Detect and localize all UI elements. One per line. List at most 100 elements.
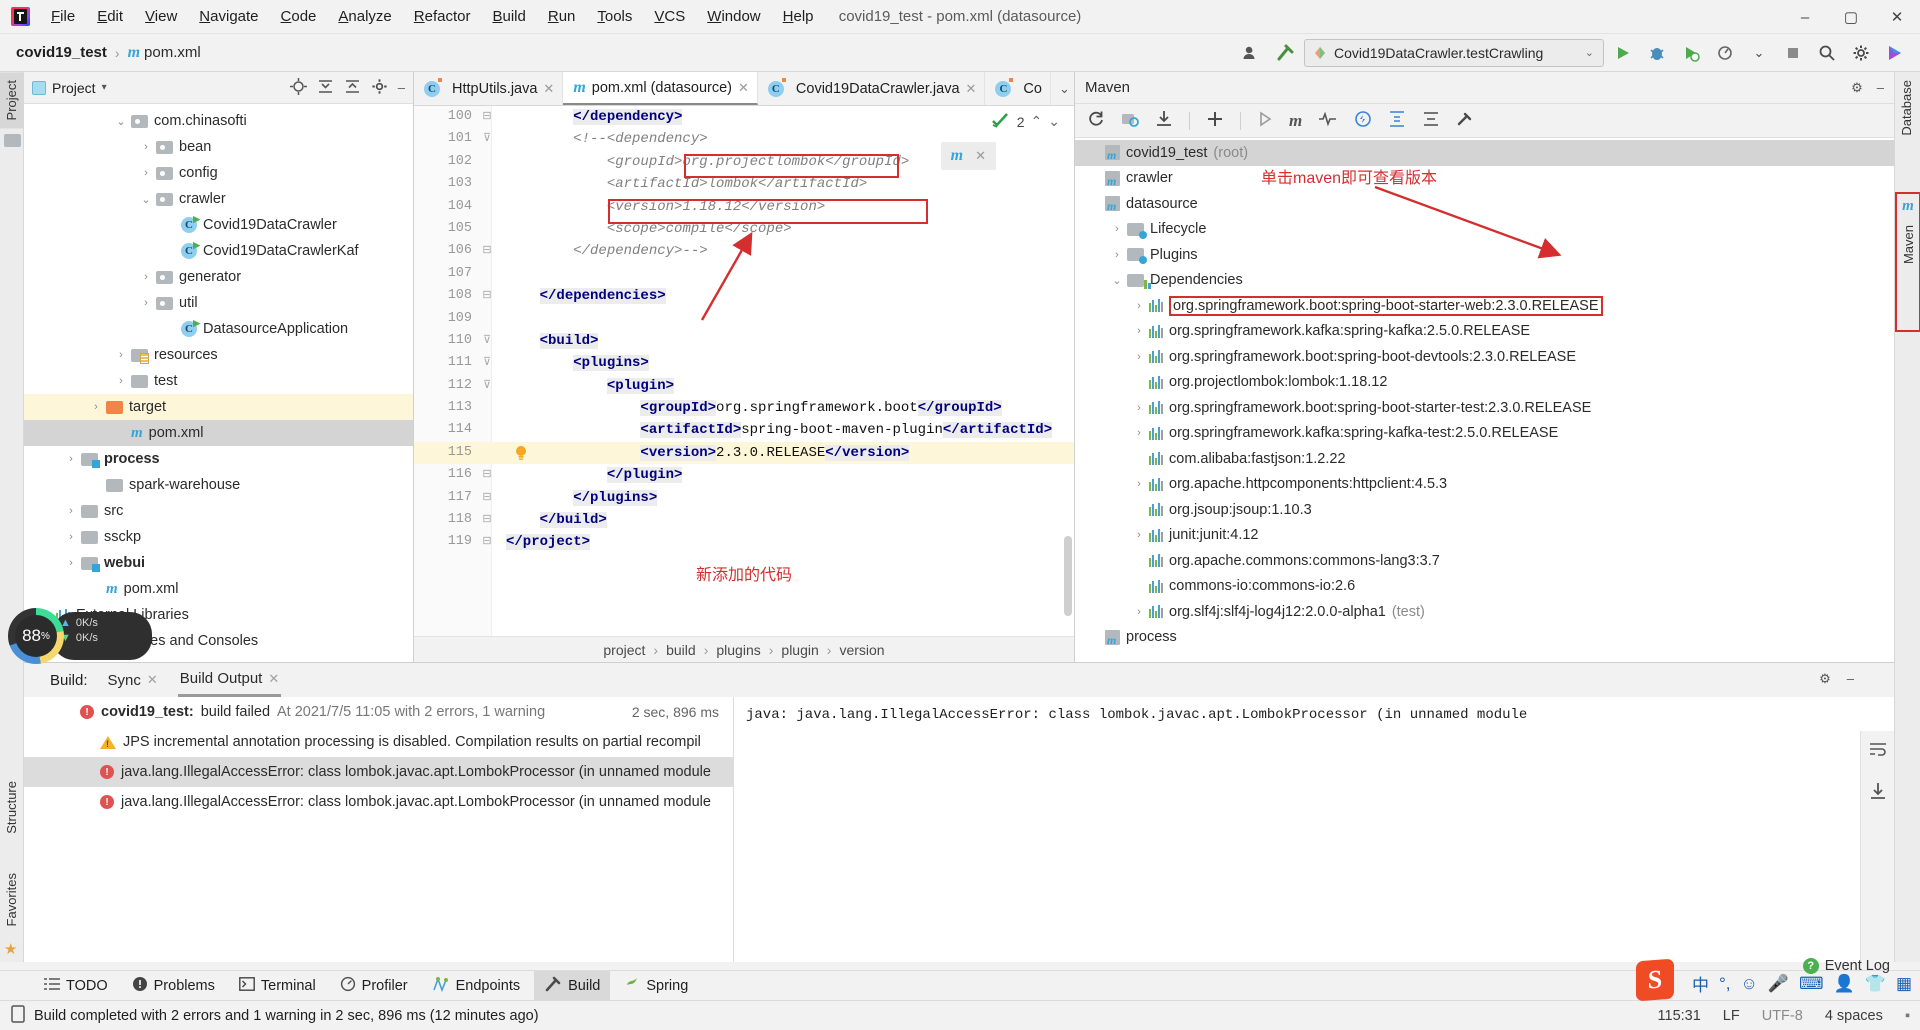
expand-arrow-icon[interactable]: ›: [61, 453, 81, 465]
profile-button[interactable]: [1710, 39, 1740, 67]
sidebar-item-favorites[interactable]: Favorites: [0, 865, 23, 934]
code-fold-icon[interactable]: ⊟: [480, 487, 494, 509]
project-settings-gear-icon[interactable]: [371, 78, 388, 98]
close-icon-sync[interactable]: ✕: [147, 672, 158, 688]
code-fold-icon[interactable]: ⊽: [480, 128, 494, 150]
tree-item-process[interactable]: › process: [24, 446, 413, 472]
user-icon[interactable]: [1236, 39, 1266, 67]
editor-vertical-scrollbar[interactable]: [1064, 536, 1072, 616]
close-button[interactable]: ✕: [1874, 0, 1920, 34]
tree-item-com-chinasofti[interactable]: ⌄ com.chinasofti: [24, 108, 413, 134]
tree-item-generator[interactable]: › generator: [24, 264, 413, 290]
editor-tab-httputils-java[interactable]: C HttpUtils.java ✕: [414, 72, 564, 105]
expand-arrow-icon[interactable]: ›: [111, 375, 131, 387]
code-line-103[interactable]: 103 <artifactId>lombok</artifactId>: [414, 173, 1074, 195]
maven-tree-item-datasource[interactable]: datasource: [1075, 191, 1894, 217]
bottom-tab-terminal[interactable]: Terminal: [229, 973, 326, 999]
maven-reimport-icon[interactable]: m: [951, 147, 963, 165]
tree-item-spark-warehouse[interactable]: spark-warehouse: [24, 472, 413, 498]
project-tree[interactable]: ⌄ com.chinasofti › bean › config ⌄ crawler C ▶ Cov…: [24, 104, 413, 654]
sidebar-item-database[interactable]: Database: [1895, 72, 1918, 144]
expand-arrow-icon[interactable]: ›: [111, 349, 131, 361]
scroll-to-end-icon[interactable]: [1869, 782, 1887, 803]
favorites-star-icon[interactable]: ★: [4, 940, 17, 958]
tree-item-util[interactable]: › util: [24, 290, 413, 316]
expand-arrow-icon[interactable]: ›: [136, 167, 156, 179]
expand-arrow-icon[interactable]: ›: [1129, 325, 1149, 337]
bottom-tab-build[interactable]: Build: [534, 970, 611, 1001]
menu-item-refactor[interactable]: Refactor: [403, 5, 482, 28]
expand-arrow-icon[interactable]: ›: [1129, 529, 1149, 541]
add-maven-project-icon[interactable]: [1121, 110, 1139, 131]
tree-item-covid19datacrawler[interactable]: C ▶ Covid19DataCrawler: [24, 212, 413, 238]
code-fold-icon[interactable]: ⊽: [480, 330, 494, 352]
code-line-104[interactable]: 104 <version>1.18.12</version>: [414, 196, 1074, 218]
soft-wrap-icon[interactable]: [1869, 741, 1887, 760]
editor-tab-pom-xml-datasource-[interactable]: m pom.xml (datasource) ✕: [563, 72, 758, 105]
line-separator[interactable]: LF: [1723, 1008, 1740, 1024]
run-with-coverage-button[interactable]: [1676, 39, 1706, 67]
editor-tab-covid19datacrawler-java[interactable]: C Covid19DataCrawler.java ✕: [758, 72, 986, 105]
code-fold-icon[interactable]: ⊟: [480, 509, 494, 531]
tree-item-crawler[interactable]: ⌄ crawler: [24, 186, 413, 212]
maven-tree-item-dependencies[interactable]: ⌄ Dependencies: [1075, 268, 1894, 294]
expand-arrow-icon[interactable]: ›: [61, 557, 81, 569]
tree-item-pom-xml[interactable]: m pom.xml: [24, 576, 413, 602]
add-icon[interactable]: [1206, 110, 1224, 131]
code-fold-icon[interactable]: ⊟: [480, 106, 494, 128]
toggle-offline-mode-icon[interactable]: [1354, 110, 1372, 131]
locate-file-icon[interactable]: [289, 77, 307, 98]
expand-arrow-icon[interactable]: ›: [1129, 300, 1149, 312]
structure-folder-icon[interactable]: [0, 128, 23, 153]
inspection-widget[interactable]: 2 ⌃ ⌄: [991, 112, 1060, 131]
build-message-row[interactable]: JPS incremental annotation processing is…: [24, 727, 733, 757]
temperature-icon[interactable]: °,: [1719, 974, 1731, 994]
file-encoding[interactable]: UTF-8: [1762, 1008, 1803, 1024]
breadcrumb-project[interactable]: covid19_test: [16, 44, 107, 61]
close-icon-build-output[interactable]: ✕: [268, 671, 279, 687]
code-fold-icon[interactable]: ⊟: [480, 240, 494, 262]
code-line-118[interactable]: 118 ⊟ </build>: [414, 509, 1074, 531]
expand-arrow-icon[interactable]: ›: [136, 141, 156, 153]
build-hammer-icon[interactable]: [1270, 39, 1300, 67]
code-line-108[interactable]: 108 ⊟ </dependencies>: [414, 285, 1074, 307]
breadcrumb-version[interactable]: version: [839, 642, 884, 658]
code-line-107[interactable]: 107: [414, 263, 1074, 285]
tree-item-bean[interactable]: › bean: [24, 134, 413, 160]
expand-arrow-icon[interactable]: ›: [1129, 351, 1149, 363]
code-line-116[interactable]: 116 ⊟ </plugin>: [414, 464, 1074, 486]
expand-arrow-icon[interactable]: ›: [1129, 402, 1149, 414]
build-console[interactable]: java: java.lang.IllegalAccessError: clas…: [734, 697, 1894, 962]
code-line-114[interactable]: 114 <artifactId>spring-boot-maven-plugin…: [414, 419, 1074, 441]
menu-item-view[interactable]: View: [134, 5, 188, 28]
tree-item-test[interactable]: › test: [24, 368, 413, 394]
expand-arrow-icon[interactable]: ›: [1107, 223, 1127, 235]
expand-all-icon[interactable]: [317, 78, 334, 98]
maven-tree-item-com-alibaba-fastjson-1-2-22[interactable]: com.alibaba:fastjson:1.2.22: [1075, 446, 1894, 472]
menu-item-run[interactable]: Run: [537, 5, 587, 28]
expand-arrow-icon[interactable]: ›: [86, 401, 106, 413]
tree-item-target[interactable]: › target: [24, 394, 413, 420]
breadcrumb-file[interactable]: pom.xml: [144, 44, 201, 61]
code-line-119[interactable]: 119 ⊟ </project>: [414, 531, 1074, 553]
tree-item-webui[interactable]: › webui: [24, 550, 413, 576]
tree-item-covid19datacrawlerkaf[interactable]: C ▶ Covid19DataCrawlerKaf: [24, 238, 413, 264]
maven-tree-item-commons-io-commons-io-2-6[interactable]: commons-io:commons-io:2.6: [1075, 574, 1894, 600]
run-configuration-selector[interactable]: Covid19DataCrawler.testCrawling ⌄: [1304, 38, 1604, 67]
menu-item-code[interactable]: Code: [270, 5, 328, 28]
next-problem-icon[interactable]: ⌄: [1048, 113, 1060, 130]
sidebar-item-maven[interactable]: Maven: [1897, 217, 1920, 272]
expand-arrow-icon[interactable]: ›: [1107, 249, 1127, 261]
run-icon[interactable]: [1257, 111, 1273, 130]
code-line-106[interactable]: 106 ⊟ </dependency>-->: [414, 240, 1074, 262]
mic-icon[interactable]: 🎤: [1768, 974, 1789, 994]
code-fold-icon[interactable]: ⊟: [480, 531, 494, 553]
refresh-icon[interactable]: [1087, 110, 1105, 131]
ime-language-icon[interactable]: 中: [1692, 971, 1709, 996]
ime-logo-icon[interactable]: S: [1636, 958, 1674, 1002]
menu-item-analyze[interactable]: Analyze: [327, 5, 402, 28]
editor-tab-co[interactable]: C Co: [985, 72, 1051, 105]
previous-problem-icon[interactable]: ⌃: [1031, 113, 1043, 130]
code-fold-icon[interactable]: ⊽: [480, 375, 494, 397]
tab-sync[interactable]: Sync ✕: [106, 663, 160, 697]
